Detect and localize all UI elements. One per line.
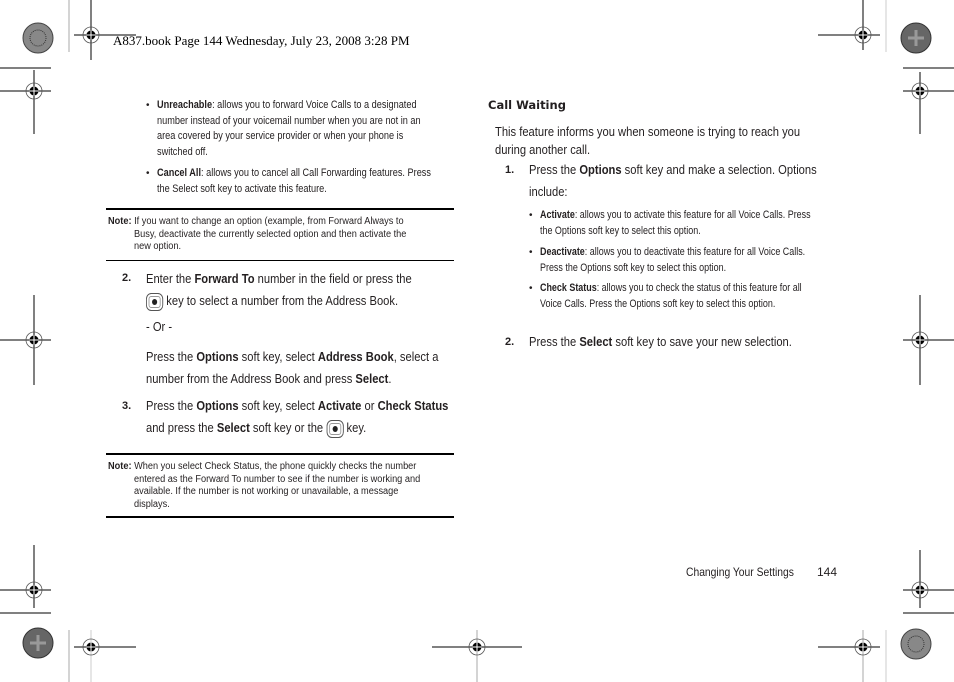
note-2: Note: When you select Check Status, the … xyxy=(108,461,421,510)
bullet-icon: • xyxy=(529,247,533,258)
or-separator: - Or - xyxy=(146,319,173,334)
bullet-icon: • xyxy=(529,210,533,221)
intro-paragraph: This feature informs you when someone is… xyxy=(495,124,801,157)
note-bottom-rule xyxy=(106,516,454,518)
starburst-mark-top-right xyxy=(900,22,932,54)
bullet-icon: • xyxy=(529,283,533,294)
note-1: Note: If you want to change an option (e… xyxy=(108,216,407,252)
page-number: 144 xyxy=(817,565,838,579)
print-header: A837.book Page 144 Wednesday, July 23, 2… xyxy=(113,33,410,48)
starburst-mark-bottom-right xyxy=(900,628,932,660)
step-number: 2. xyxy=(122,272,132,284)
step-number: 3. xyxy=(122,400,132,412)
term: Cancel All xyxy=(157,167,202,179)
term: Unreachable xyxy=(157,99,213,111)
note-bottom-rule xyxy=(106,260,454,261)
footer-section-title: Changing Your Settings xyxy=(686,565,794,579)
step-number: 1. xyxy=(505,164,515,176)
note-label: Note: xyxy=(108,461,132,472)
starburst-mark-bottom-left xyxy=(22,627,54,659)
note-label: Note: xyxy=(108,216,132,227)
bullet-icon: • xyxy=(146,168,150,179)
step-number: 2. xyxy=(505,336,515,348)
note-top-rule xyxy=(106,208,454,210)
bullet-icon: • xyxy=(146,100,150,111)
starburst-mark-top-left xyxy=(22,22,54,54)
center-select-key-icon xyxy=(146,292,164,311)
section-heading: Call Waiting xyxy=(488,98,566,112)
center-select-key-icon xyxy=(326,419,344,438)
note-top-rule xyxy=(106,453,454,455)
footer: Changing Your Settings xyxy=(686,565,811,579)
